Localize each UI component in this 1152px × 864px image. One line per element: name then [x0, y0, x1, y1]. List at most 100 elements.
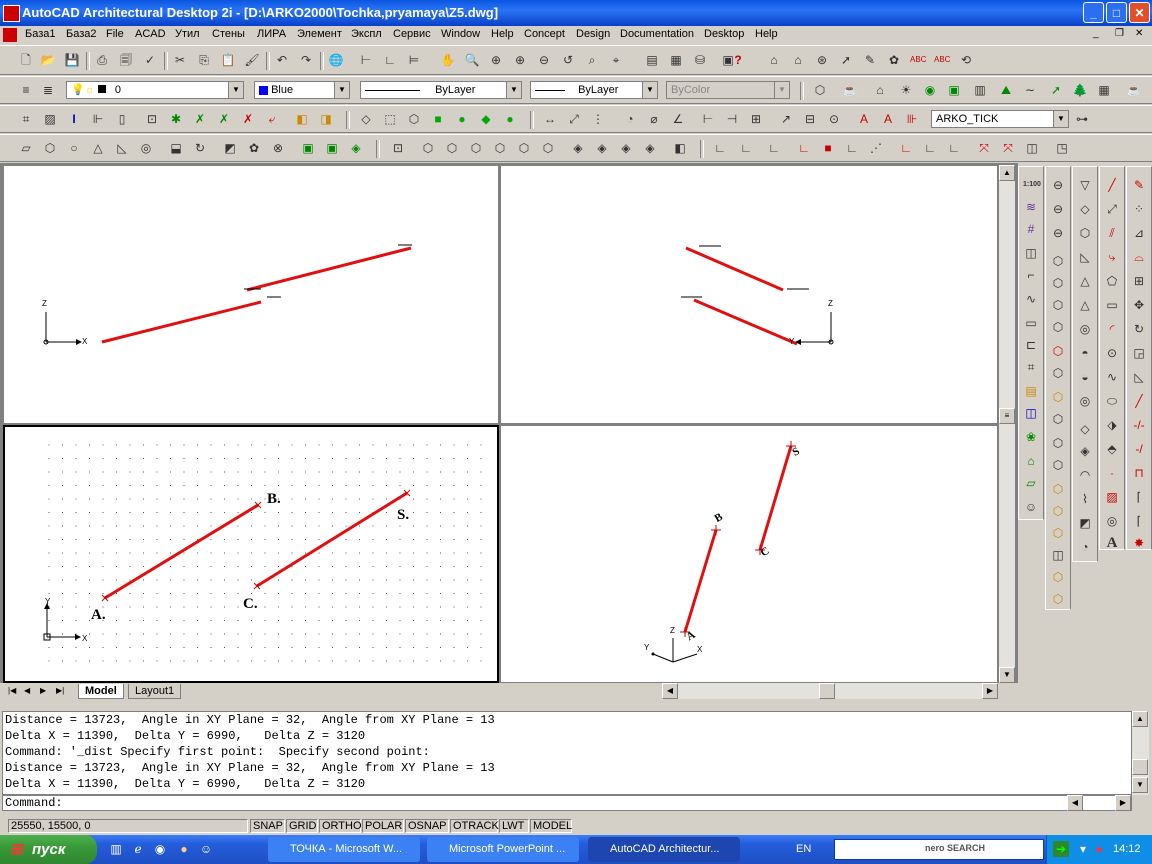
- cube2-icon[interactable]: ⬡: [1050, 319, 1066, 335]
- fillet-object-icon[interactable]: ⌈: [1131, 513, 1147, 529]
- dim-linear-icon[interactable]: ↔: [542, 111, 558, 127]
- browse-web-icon[interactable]: 🌐: [328, 52, 344, 68]
- menu-help-2[interactable]: Help: [755, 28, 778, 40]
- command-input-row[interactable]: Command: ◀ ▶: [2, 795, 1132, 811]
- dish-icon[interactable]: ◒: [1077, 369, 1093, 385]
- ucs-face-icon[interactable]: ∟: [796, 140, 812, 156]
- dim-continue-icon[interactable]: ⊣: [724, 111, 740, 127]
- dim-baseline-icon[interactable]: ⊢: [700, 111, 716, 127]
- undo-icon[interactable]: ↶: [274, 52, 290, 68]
- cube5-icon[interactable]: ⬡: [1050, 435, 1066, 451]
- tray-app-icon[interactable]: ●: [1091, 841, 1107, 857]
- chamfer-object-icon[interactable]: ⌈: [1131, 489, 1147, 505]
- redo-icon[interactable]: ↷: [298, 52, 314, 68]
- teapot-icon[interactable]: ☕: [842, 82, 858, 98]
- extend-icon[interactable]: ✗: [216, 111, 232, 127]
- arc-icon[interactable]: ◜: [1104, 321, 1120, 337]
- view-se-icon[interactable]: ◈: [594, 140, 610, 156]
- railing-icon[interactable]: ◫: [1023, 405, 1039, 421]
- quicklaunch-messenger-icon[interactable]: ☺: [198, 841, 214, 857]
- grid-toggle[interactable]: GRID: [286, 819, 318, 833]
- snap-toggle[interactable]: SNAP: [250, 819, 285, 833]
- plant-icon[interactable]: ❀: [1023, 429, 1039, 445]
- ruled-icon[interactable]: ◩: [1077, 515, 1093, 531]
- insert-icon[interactable]: ◨: [318, 111, 334, 127]
- chevron-down-icon[interactable]: ▼: [1053, 111, 1068, 127]
- snap-from-icon[interactable]: ∟: [382, 52, 398, 68]
- chevron-down-icon[interactable]: ▼: [228, 82, 243, 98]
- color-combo[interactable]: Blue ▼: [254, 81, 350, 99]
- viewport-top-left[interactable]: Z X: [3, 165, 499, 424]
- shape-icon[interactable]: ◇: [1077, 201, 1093, 217]
- column-grid-icon[interactable]: ⌗: [1023, 359, 1039, 375]
- ellipse-icon[interactable]: ⊖: [1050, 177, 1066, 193]
- view-bottom-icon[interactable]: ⬡: [444, 140, 460, 156]
- tabulated-icon[interactable]: ⌇: [1077, 491, 1093, 507]
- ucs-view-icon[interactable]: ■: [820, 140, 836, 156]
- ucs-apply-icon[interactable]: ⤧: [1000, 140, 1016, 156]
- menu-desktop[interactable]: Desktop: [704, 28, 744, 40]
- scroll-down-icon[interactable]: ▼: [999, 667, 1015, 683]
- scroll-left-icon[interactable]: ◀: [662, 683, 678, 699]
- green-cube-icon[interactable]: ◆: [478, 111, 494, 127]
- task-powerpoint[interactable]: Microsoft PowerPoint ...: [427, 837, 579, 862]
- statistics-icon[interactable]: ▦: [1096, 82, 1112, 98]
- door-icon[interactable]: ▯: [114, 111, 130, 127]
- edge-icon[interactable]: ◔: [1077, 539, 1093, 555]
- slice-icon[interactable]: ◩: [222, 140, 238, 156]
- box-solid-icon[interactable]: ▱: [18, 140, 34, 156]
- view-right-icon[interactable]: ⬡: [492, 140, 508, 156]
- linetype-combo[interactable]: ByLayer ▼: [360, 81, 522, 99]
- tree-icon[interactable]: 🌲: [1072, 82, 1088, 98]
- dome-icon[interactable]: ◓: [1077, 345, 1093, 361]
- minimize-button[interactable]: _: [1083, 2, 1104, 23]
- cube-icon[interactable]: ⬡: [1050, 297, 1066, 313]
- node-icon[interactable]: ✱: [168, 111, 184, 127]
- wall-segment-icon[interactable]: ▭: [1023, 315, 1039, 331]
- dim-text-edit-icon[interactable]: A: [880, 111, 896, 127]
- dim-qdim-icon[interactable]: ⊞: [748, 111, 764, 127]
- menu-help[interactable]: Help: [491, 28, 514, 40]
- rotate-icon[interactable]: ⟲: [958, 52, 974, 68]
- wedge-icon[interactable]: ◺: [114, 140, 130, 156]
- prism-icon[interactable]: ◺: [1077, 249, 1093, 265]
- cube8-icon[interactable]: ⬡: [1050, 503, 1066, 519]
- make-block-icon[interactable]: ⬘: [1104, 441, 1120, 457]
- copy-icon[interactable]: ⎘: [196, 52, 212, 68]
- scroll-right-icon[interactable]: ▶: [982, 683, 998, 699]
- wall-icon[interactable]: ◫: [1023, 245, 1039, 261]
- ellipse2-icon[interactable]: ⊖: [1050, 201, 1066, 217]
- nero-search-box[interactable]: nero SEARCH: [834, 839, 1044, 860]
- subtract-icon[interactable]: ▣: [324, 140, 340, 156]
- cube7-icon[interactable]: ⬡: [1050, 481, 1066, 497]
- render-icon[interactable]: ☕: [1126, 82, 1142, 98]
- menu-concept[interactable]: Concept: [524, 28, 565, 40]
- polar-toggle[interactable]: POLAR: [362, 819, 404, 833]
- dim-ordinate-icon[interactable]: ⋮: [590, 111, 606, 127]
- menu-baza2[interactable]: База2: [66, 28, 97, 40]
- ucs-origin-icon[interactable]: ∟: [844, 140, 860, 156]
- erase-icon[interactable]: ✎: [1131, 177, 1147, 193]
- new-icon[interactable]: 🗋: [18, 52, 34, 68]
- menu-baza1[interactable]: База1: [25, 28, 56, 40]
- chevron-down-icon[interactable]: ▼: [506, 82, 521, 98]
- task-word[interactable]: ТОЧКА - Microsoft W...: [268, 837, 420, 862]
- camera-icon[interactable]: ◧: [672, 140, 688, 156]
- tab-model[interactable]: Model: [78, 684, 124, 699]
- array-icon[interactable]: ⊞: [1131, 273, 1147, 289]
- zoom-previous-icon[interactable]: ↺: [560, 52, 576, 68]
- maximize-button[interactable]: □: [1106, 2, 1127, 23]
- dim-diameter-icon[interactable]: ⌀: [646, 111, 662, 127]
- pan-icon[interactable]: ✋: [440, 52, 456, 68]
- ucs-object-icon[interactable]: ∟: [766, 140, 782, 156]
- menu-acad[interactable]: ACAD: [135, 28, 166, 40]
- surface-icon[interactable]: ◇: [1077, 421, 1093, 437]
- properties-icon[interactable]: ▤: [644, 52, 660, 68]
- ortho-toggle[interactable]: ORTHO: [319, 819, 362, 833]
- block-icon[interactable]: ◧: [294, 111, 310, 127]
- menu-expl[interactable]: Экспл: [351, 28, 382, 40]
- task-autocad[interactable]: AutoCAD Architectur...: [588, 837, 740, 862]
- mapping-icon[interactable]: ▣: [946, 82, 962, 98]
- extrude-icon[interactable]: ⬓: [168, 140, 184, 156]
- zoom-out-icon[interactable]: ⊖: [536, 52, 552, 68]
